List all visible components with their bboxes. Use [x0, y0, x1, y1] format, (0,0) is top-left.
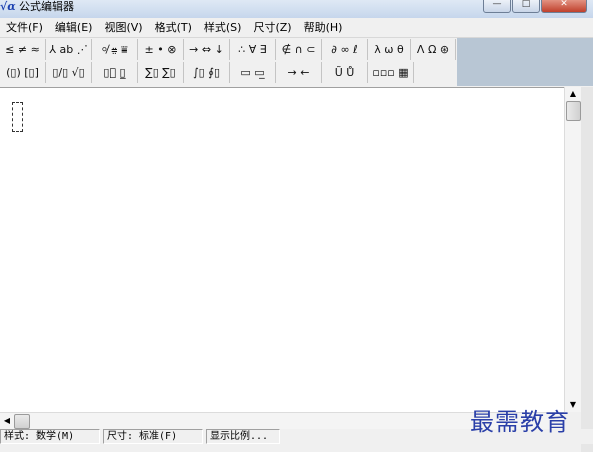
- vertical-scroll-thumb[interactable]: [566, 101, 581, 121]
- horizontal-scroll-thumb[interactable]: [14, 414, 30, 429]
- misc-symbols-button[interactable]: ∂ ∞ ℓ: [322, 39, 368, 60]
- close-button[interactable]: ✕: [541, 0, 587, 13]
- set-theory-symbols-button[interactable]: ∉ ∩ ⊂: [276, 39, 322, 60]
- summation-templates-button[interactable]: ∑▯ ∑▯: [138, 62, 184, 83]
- title-bar: √α 公式编辑器 — □ ✕: [0, 0, 593, 18]
- greek-lowercase-button[interactable]: λ ω θ: [368, 39, 411, 60]
- menu-view[interactable]: 视图(V): [98, 18, 148, 37]
- subscript-superscript-templates-button[interactable]: ▯⃞ ▯̲: [92, 62, 138, 83]
- status-size: 尺寸: 标准(F): [103, 429, 203, 444]
- fence-templates-button[interactable]: (▯) [▯]: [0, 62, 46, 83]
- menu-style[interactable]: 样式(S): [198, 18, 248, 37]
- formula-toolbar: ≤ ≠ ≈ ⅄ ab ⋰ ⸰̸ ⩷ ⩸ ± • ⊗ → ⇔ ↓ ∴ ∀ ∃ ∉ …: [0, 38, 457, 86]
- maximize-button[interactable]: □: [512, 0, 540, 13]
- greek-uppercase-button[interactable]: Λ Ω ⊛: [411, 39, 456, 60]
- menu-size[interactable]: 尺寸(Z): [247, 18, 297, 37]
- operator-symbols-button[interactable]: ± • ⊗: [138, 39, 184, 60]
- status-style: 样式: 数学(M): [0, 429, 100, 444]
- template-palette-row: (▯) [▯] ▯/▯ √▯ ▯⃞ ▯̲ ∑▯ ∑▯ ∫▯ ∮▯ ▭ ▭̲ → …: [0, 62, 414, 85]
- matrix-templates-button[interactable]: ▫▫▫ ▦: [368, 62, 414, 83]
- menu-file[interactable]: 文件(F): [0, 18, 49, 37]
- status-zoom: 显示比例...: [206, 429, 280, 444]
- scroll-up-arrow-icon[interactable]: ▲: [565, 87, 581, 101]
- formula-editing-area[interactable]: [0, 87, 564, 413]
- arrow-symbols-button[interactable]: → ⇔ ↓: [184, 39, 230, 60]
- logical-symbols-button[interactable]: ∴ ∀ ∃: [230, 39, 276, 60]
- fraction-radical-templates-button[interactable]: ▯/▯ √▯: [46, 62, 92, 83]
- menu-format[interactable]: 格式(T): [149, 18, 198, 37]
- menu-bar: 文件(F) 编辑(E) 视图(V) 格式(T) 样式(S) 尺寸(Z) 帮助(H…: [0, 18, 593, 38]
- spaces-ellipses-button[interactable]: ⅄ ab ⋰: [46, 39, 92, 60]
- window-title: 公式编辑器: [19, 0, 74, 13]
- embellishments-button[interactable]: ⸰̸ ⩷ ⩸: [92, 39, 138, 60]
- labeled-arrow-templates-button[interactable]: → ←: [276, 62, 322, 83]
- products-set-templates-button[interactable]: Ũ Ů: [322, 62, 368, 83]
- minimize-button[interactable]: —: [483, 0, 511, 13]
- window-controls: — □ ✕: [482, 0, 587, 13]
- toolbar-area: ≤ ≠ ≈ ⅄ ab ⋰ ⸰̸ ⩷ ⩸ ± • ⊗ → ⇔ ↓ ∴ ∀ ∃ ∉ …: [0, 38, 593, 86]
- menu-help[interactable]: 帮助(H): [298, 18, 349, 37]
- scroll-left-arrow-icon[interactable]: ◀: [0, 413, 14, 429]
- relation-symbols-button[interactable]: ≤ ≠ ≈: [0, 39, 46, 60]
- symbol-palette-row: ≤ ≠ ≈ ⅄ ab ⋰ ⸰̸ ⩷ ⩸ ± • ⊗ → ⇔ ↓ ∴ ∀ ∃ ∉ …: [0, 39, 456, 62]
- window-border: [581, 87, 593, 452]
- integral-templates-button[interactable]: ∫▯ ∮▯: [184, 62, 230, 83]
- menu-edit[interactable]: 编辑(E): [49, 18, 99, 37]
- input-slot-placeholder[interactable]: [12, 102, 23, 132]
- vertical-scrollbar[interactable]: ▲ ▼: [564, 87, 581, 412]
- bar-templates-button[interactable]: ▭ ▭̲: [230, 62, 276, 83]
- watermark-logo: 最需教育: [470, 408, 570, 436]
- formula-app-icon: √α: [0, 0, 16, 13]
